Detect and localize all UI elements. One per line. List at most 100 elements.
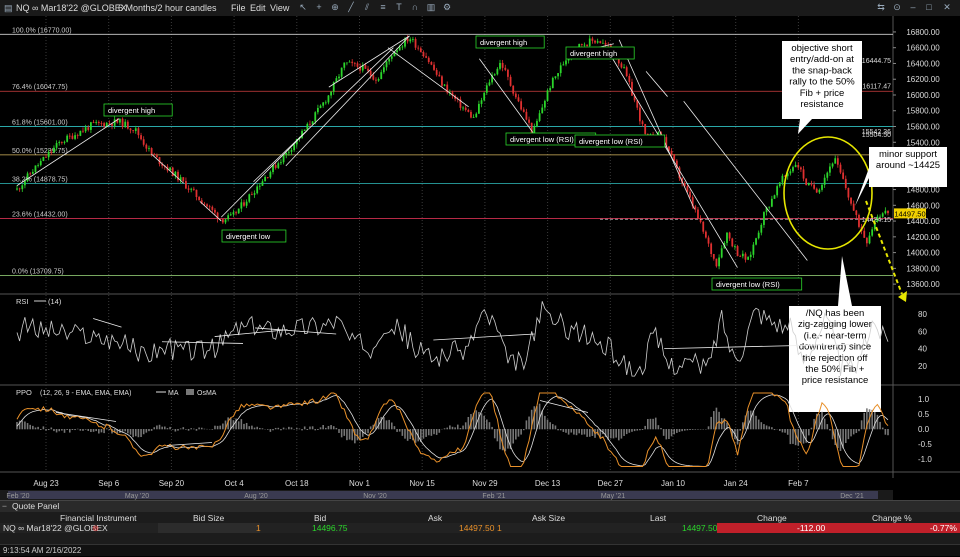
osma-bar bbox=[879, 422, 881, 429]
osma-bar bbox=[848, 429, 850, 439]
candle-body bbox=[536, 121, 538, 127]
osma-bar bbox=[737, 429, 739, 445]
candle-body bbox=[499, 63, 501, 69]
osma-bar bbox=[90, 429, 92, 432]
osma-bar bbox=[338, 429, 340, 433]
candle-body bbox=[486, 85, 488, 92]
osma-bar bbox=[515, 429, 517, 440]
osma-bar bbox=[644, 426, 646, 429]
candle-body bbox=[470, 112, 472, 118]
osma-bar bbox=[270, 429, 272, 432]
candle-body bbox=[77, 135, 79, 136]
text-tool-icon[interactable]: T bbox=[394, 2, 404, 12]
candle-body bbox=[365, 65, 367, 69]
overview-tick-label: May '20 bbox=[125, 493, 149, 500]
osma-bar bbox=[673, 429, 675, 434]
osma-bar bbox=[82, 429, 84, 431]
row-change: -112.00 bbox=[797, 523, 825, 533]
chart-area[interactable]: Aug 23Sep 6Sep 20Oct 4Oct 18Nov 1Nov 15N… bbox=[0, 16, 960, 500]
pin-icon[interactable]: ⊙ bbox=[892, 2, 902, 12]
osma-bar bbox=[468, 417, 470, 429]
osma-bar bbox=[676, 429, 678, 433]
candle-body bbox=[726, 233, 728, 243]
candle-body bbox=[866, 238, 868, 243]
candle-body bbox=[383, 67, 385, 72]
settings-icon[interactable]: ⚙ bbox=[442, 2, 452, 12]
instrument-title[interactable]: NQ ∞ Mar18'22 @GLOBEX bbox=[16, 0, 127, 16]
osma-bar bbox=[586, 429, 588, 437]
osma-bar bbox=[811, 428, 813, 430]
x-tick-label: Aug 23 bbox=[33, 479, 59, 488]
menu-view[interactable]: View bbox=[270, 0, 289, 16]
timeframe-label[interactable]: 6 Months/2 hour candles bbox=[118, 0, 217, 16]
candle-body bbox=[135, 128, 137, 131]
candle-body bbox=[708, 238, 710, 244]
candle-body bbox=[502, 63, 504, 68]
quote-header-row: Financial Instrument Bid Size Bid Ask As… bbox=[0, 513, 960, 523]
osma-bar bbox=[351, 429, 353, 440]
candle-body bbox=[145, 145, 147, 149]
y-tick-label: 13800.00 bbox=[906, 264, 940, 273]
osma-bar bbox=[642, 429, 644, 430]
osma-bar bbox=[37, 427, 39, 429]
quote-row[interactable]: NQ ∞ Mar18'22 @GLOBEX ⊗ 1 14496.75 14497… bbox=[0, 523, 960, 533]
cursor-tool-icon[interactable]: ↖ bbox=[298, 2, 308, 12]
ppo-tick-label: 0.0 bbox=[918, 425, 930, 434]
magnet-icon[interactable]: ∩ bbox=[410, 2, 420, 12]
menu-edit[interactable]: Edit bbox=[250, 0, 266, 16]
zoom-in-icon[interactable]: ⊕ bbox=[330, 2, 340, 12]
draw-channel-icon[interactable]: ⫽ bbox=[362, 2, 372, 12]
draw-line-icon[interactable]: ╱ bbox=[346, 2, 356, 12]
osma-bar bbox=[388, 420, 390, 429]
osma-bar bbox=[523, 429, 525, 430]
osma-bar bbox=[563, 429, 565, 432]
candle-body bbox=[779, 182, 781, 186]
osma-bar bbox=[457, 425, 459, 430]
candle-body bbox=[330, 92, 332, 96]
x-tick-label: Feb 7 bbox=[788, 479, 809, 488]
candle-body bbox=[512, 86, 514, 94]
candle-body bbox=[103, 123, 105, 126]
candle-body bbox=[816, 189, 818, 193]
header-change: Change bbox=[757, 513, 787, 523]
osma-bar bbox=[402, 429, 404, 436]
menu-file[interactable]: File bbox=[231, 0, 246, 16]
maximize-icon[interactable]: □ bbox=[924, 2, 934, 12]
bar-style-icon[interactable]: ▥ bbox=[426, 2, 436, 12]
osma-bar bbox=[140, 429, 142, 437]
fib-tool-icon[interactable]: ≡ bbox=[378, 2, 388, 12]
fib-level-label: 76.4% (16047.75) bbox=[12, 84, 68, 91]
osma-bar bbox=[159, 425, 161, 430]
candle-body bbox=[328, 95, 330, 102]
osma-bar bbox=[681, 429, 683, 431]
osma-bar bbox=[808, 429, 810, 435]
candle-body bbox=[42, 157, 44, 161]
minimize-icon[interactable]: – bbox=[908, 2, 918, 12]
osma-bar bbox=[156, 425, 158, 429]
candle-body bbox=[826, 173, 828, 178]
overview-tick-label: Feb '20 bbox=[6, 493, 29, 500]
osma-bar bbox=[454, 427, 456, 429]
candle-body bbox=[850, 198, 852, 204]
close-icon[interactable]: ✕ bbox=[942, 2, 952, 12]
candle-body bbox=[254, 193, 256, 195]
link-icon[interactable]: ⇆ bbox=[876, 2, 886, 12]
remove-row-icon[interactable]: ⊗ bbox=[92, 523, 99, 533]
candle-body bbox=[50, 152, 52, 153]
collapse-icon[interactable]: − bbox=[2, 501, 7, 512]
last-price-label: 14497.50 bbox=[894, 209, 925, 218]
osma-bar bbox=[285, 429, 287, 430]
osma-bar bbox=[204, 429, 206, 430]
osma-bar bbox=[665, 429, 667, 439]
crosshair-tool-icon[interactable]: + bbox=[314, 2, 324, 12]
candle-body bbox=[494, 74, 496, 75]
candle-body bbox=[821, 185, 823, 190]
osma-bar bbox=[346, 429, 348, 440]
candle-body bbox=[869, 236, 871, 244]
fib-level-label: 50.0% (15239.75) bbox=[12, 148, 68, 155]
fib-level-label: 23.6% (14432.00) bbox=[12, 212, 68, 219]
osma-bar bbox=[658, 425, 660, 429]
candle-body bbox=[853, 204, 855, 211]
y-tick-label: 15800.00 bbox=[906, 107, 940, 116]
annotation-label: divergent low (RSI) bbox=[716, 280, 780, 289]
